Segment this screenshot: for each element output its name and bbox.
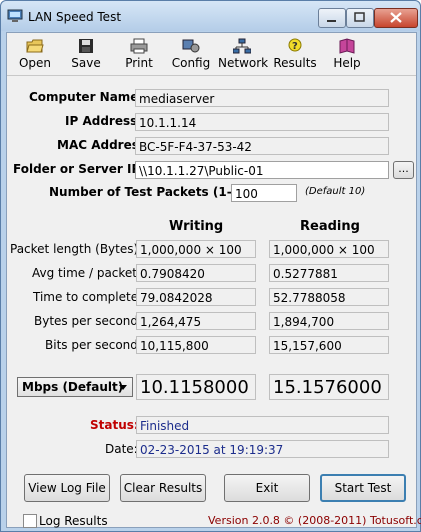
unit-select-value: Mbps (Default) xyxy=(22,380,124,394)
mac-address-field: BC-5F-F4-37-53-42 xyxy=(135,137,389,155)
printer-icon xyxy=(130,38,148,54)
writing-header: Writing xyxy=(169,219,224,234)
computer-name-label: Computer Name: xyxy=(29,90,144,104)
date-value: 02-23-2015 at 19:19:37 xyxy=(136,440,389,458)
row-label: Bytes per second: xyxy=(34,314,143,328)
writing-value: 10,115,800 xyxy=(136,336,256,354)
row-label: Time to complete: xyxy=(33,290,143,304)
exit-button[interactable]: Exit xyxy=(224,474,310,502)
computer-name-field: mediaserver xyxy=(135,89,389,107)
chevron-down-icon xyxy=(119,385,127,390)
title-bar[interactable]: LAN Speed Test xyxy=(1,1,420,31)
folder-open-icon xyxy=(26,39,44,53)
toolbar-results-button[interactable]: ? Results xyxy=(271,36,319,74)
start-test-button[interactable]: Start Test xyxy=(320,474,406,502)
toolbar-results-label: Results xyxy=(273,56,317,70)
maximize-button[interactable] xyxy=(346,8,374,28)
minimize-button[interactable] xyxy=(318,8,346,28)
status-label: Status: xyxy=(90,418,139,432)
help-book-icon xyxy=(339,38,355,54)
app-icon xyxy=(7,9,23,22)
folder-label: Folder or Server IP: xyxy=(13,162,146,176)
close-icon xyxy=(390,12,402,23)
app-window: LAN Speed Test Open Save Print Config Ne… xyxy=(0,0,421,532)
toolbar-network-button[interactable]: Network xyxy=(218,36,269,74)
ip-address-label: IP Address: xyxy=(65,114,143,128)
unit-select[interactable]: Mbps (Default) xyxy=(17,377,133,397)
toolbar-open-label: Open xyxy=(18,56,52,70)
reading-value: 52.7788058 xyxy=(269,288,389,306)
packets-default-hint: (Default 10) xyxy=(305,186,366,197)
packets-input[interactable]: 100 xyxy=(231,184,297,202)
toolbar-print-button[interactable]: Print xyxy=(115,36,163,74)
writing-speed-result: 10.1158000 xyxy=(136,374,256,400)
question-bulb-icon: ? xyxy=(288,38,302,52)
version-text: Version 2.0.8 © (2008-2011) Totusoft.com xyxy=(208,514,421,527)
date-label: Date: xyxy=(105,442,138,456)
row-label: Packet length (Bytes): xyxy=(10,242,143,256)
toolbar-help-label: Help xyxy=(333,56,361,70)
view-log-button[interactable]: View Log File xyxy=(24,474,110,502)
status-value: Finished xyxy=(136,416,389,434)
reading-value: 1,000,000 × 100 xyxy=(269,240,389,258)
clear-results-button[interactable]: Clear Results xyxy=(120,474,206,502)
window-title: LAN Speed Test xyxy=(28,10,122,24)
log-results-checkbox[interactable] xyxy=(23,514,37,528)
toolbar-print-label: Print xyxy=(125,56,153,70)
toolbar-open-button[interactable]: Open xyxy=(11,36,59,74)
writing-value: 79.0842028 xyxy=(136,288,256,306)
toolbar-config-label: Config xyxy=(171,56,211,70)
reading-header: Reading xyxy=(300,219,360,234)
close-button[interactable] xyxy=(374,8,418,28)
writing-value: 1,264,475 xyxy=(136,312,256,330)
config-icon xyxy=(182,39,200,53)
toolbar-save-button[interactable]: Save xyxy=(62,36,110,74)
reading-value: 0.5277881 xyxy=(269,264,389,282)
row-label: Avg time / packet: xyxy=(32,266,142,280)
toolbar: Open Save Print Config Network ? Results xyxy=(7,33,416,76)
network-icon xyxy=(233,38,251,54)
toolbar-network-label: Network xyxy=(218,56,269,70)
client-area: Open Save Print Config Network ? Results xyxy=(6,32,421,528)
reading-value: 1,894,700 xyxy=(269,312,389,330)
log-results-label: Log Results xyxy=(39,514,108,528)
row-label: Bits per second: xyxy=(45,338,142,352)
writing-value: 0.7908420 xyxy=(136,264,256,282)
floppy-disk-icon xyxy=(79,39,93,53)
writing-value: 1,000,000 × 100 xyxy=(136,240,256,258)
toolbar-config-button[interactable]: Config xyxy=(167,36,215,74)
svg-text:?: ? xyxy=(292,41,298,52)
maximize-icon xyxy=(354,12,365,22)
minimize-icon xyxy=(327,20,336,22)
ip-address-field: 10.1.1.14 xyxy=(135,113,389,131)
toolbar-save-label: Save xyxy=(71,56,101,70)
reading-speed-result: 15.1576000 xyxy=(269,374,389,400)
folder-input[interactable]: \\10.1.1.27\Public-01 xyxy=(135,161,389,179)
reading-value: 15,157,600 xyxy=(269,336,389,354)
browse-button[interactable]: ... xyxy=(393,161,414,179)
toolbar-help-button[interactable]: Help xyxy=(323,36,371,74)
